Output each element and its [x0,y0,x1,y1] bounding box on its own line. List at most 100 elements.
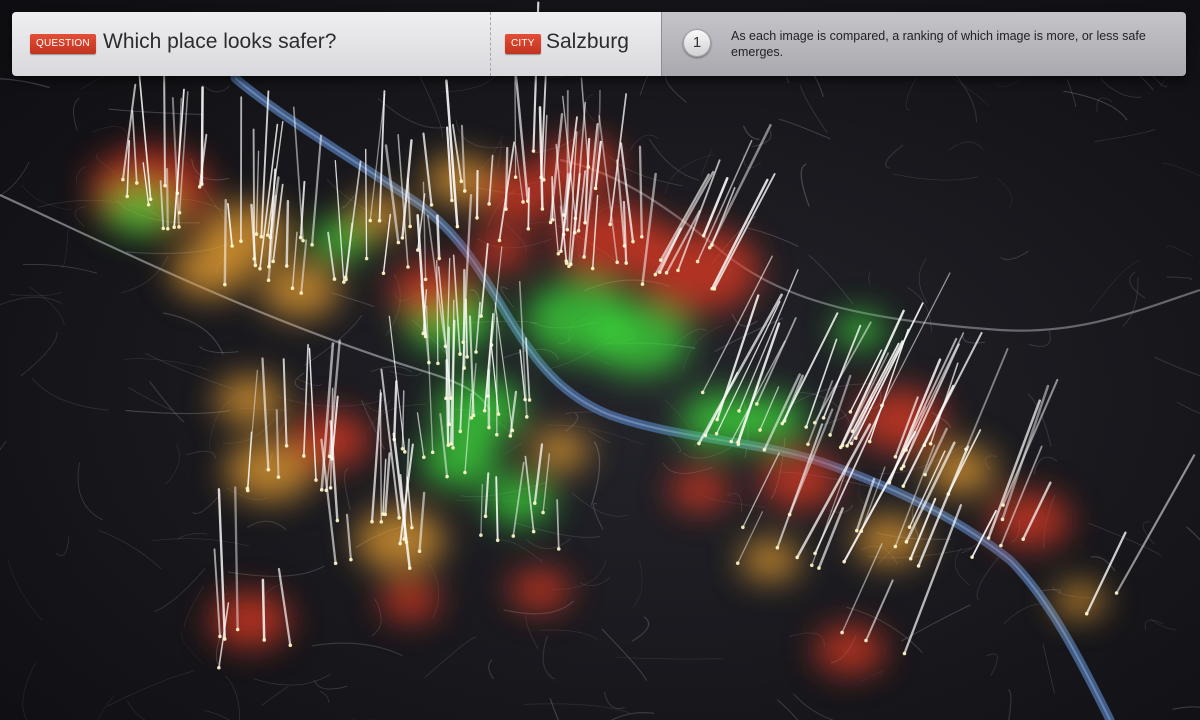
road [1166,276,1192,281]
spike-base [1001,503,1005,507]
city-name: Salzburg [546,30,629,53]
spike-base [483,514,488,519]
heat-blob [510,569,570,611]
ranking-spike [556,499,560,550]
spike-base [370,519,374,524]
spike-base [284,443,289,448]
spike-base [349,557,353,562]
road [742,125,760,140]
road [616,656,724,660]
heat-blob [170,242,250,298]
spike-base [410,525,414,530]
spike-base [223,282,227,287]
city-panel[interactable]: CITY Salzburg [490,12,661,76]
road [893,173,978,181]
road [976,552,1003,601]
spike-base [121,177,125,182]
ranking-spike [452,299,455,449]
road [377,97,446,129]
spike-base [217,665,221,670]
spike-base [430,450,435,455]
road [571,492,628,517]
road [629,134,659,152]
spike-base [266,278,271,283]
city-map[interactable] [0,0,1200,720]
ranking-spike [416,412,425,458]
spike-base [288,643,293,648]
road [186,450,217,459]
road [183,585,205,627]
heat-blob [380,579,440,621]
spike-base [474,350,478,354]
road [246,520,287,531]
road [499,539,543,563]
spike-base [1114,591,1119,595]
spike-base [235,627,240,632]
road [0,296,63,306]
spike-base [548,220,553,225]
road [776,699,799,720]
city-tag: CITY [505,34,541,54]
spike-base [396,240,401,245]
road [701,148,713,176]
spike-base [417,549,422,554]
spike-base [848,410,853,414]
spike-base [343,275,348,280]
spike-base [735,561,740,566]
road [868,271,871,285]
road [21,184,72,211]
spike-base [821,416,826,420]
spike-base [408,224,412,229]
road [664,75,688,103]
spike-base [813,551,817,556]
spike-base [459,179,464,184]
road [371,598,382,637]
spike-base [729,439,734,444]
road [918,258,928,304]
road [319,690,330,703]
spike-base [795,555,799,560]
spike-base [586,165,591,169]
ranking-spike [1085,531,1127,615]
road [731,313,758,327]
road [77,462,103,521]
ranking-spike [252,128,256,260]
spike-base [262,638,267,642]
spike-base [899,467,904,471]
spike-base [172,225,176,230]
road [1153,356,1200,377]
spike-base [177,210,182,215]
spike-base [859,529,864,533]
spike-base [333,561,338,566]
spike-base [437,256,441,261]
spike-base [397,516,401,520]
spike-base [239,239,243,243]
spike-base [479,533,483,537]
spike-base [495,538,500,543]
spike-base [461,340,466,345]
road [1096,97,1113,112]
spike-base [582,255,586,259]
spike-base [840,443,845,448]
spike-base [695,259,700,264]
spike-base [455,224,460,229]
spike-base [714,431,719,436]
road [1162,162,1200,177]
question-panel: QUESTION Which place looks safer? [12,12,490,76]
spike-base [640,234,644,239]
road [631,616,650,642]
ranking-spike [436,214,441,260]
road [542,635,555,680]
road [154,567,206,612]
spike-base [775,545,780,550]
spike-base [487,202,491,206]
spike-base [446,443,450,448]
heat-blob [740,539,800,581]
road [1186,526,1200,541]
spike-base [828,433,832,437]
spike-base [319,488,324,492]
road [497,141,502,169]
spike-base [450,198,454,203]
spike-base [364,256,369,261]
spike-base [737,409,741,413]
